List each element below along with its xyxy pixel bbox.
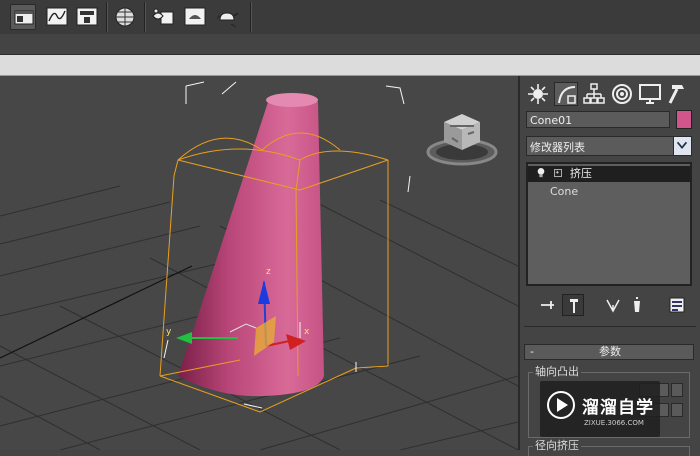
tab-utilities[interactable]: [666, 82, 690, 106]
secondary-toolbar: [0, 34, 700, 55]
show-end-result-icon: [570, 299, 578, 313]
schematic-view-icon: [76, 7, 98, 26]
tab-motion[interactable]: [610, 82, 634, 106]
modify-curve-icon: [558, 86, 576, 104]
show-end-result-button[interactable]: [562, 294, 584, 316]
layer-manager-icon: [14, 10, 34, 25]
perspective-viewport[interactable]: z y x: [0, 76, 518, 450]
schematic-view-button[interactable]: [74, 4, 100, 30]
rendered-frame-window-button[interactable]: [182, 4, 208, 30]
ribbon-strip: [0, 55, 700, 76]
pin-stack-button[interactable]: [536, 294, 558, 316]
rendered-frame-window-icon: [184, 7, 206, 26]
cone-object: [178, 93, 324, 397]
expand-toggle-icon[interactable]: [554, 169, 562, 177]
stack-controls: [526, 292, 692, 318]
tab-hierarchy[interactable]: [582, 82, 606, 106]
render-setup-icon: [152, 8, 174, 25]
tab-display[interactable]: [638, 82, 662, 106]
make-unique-icon: [606, 299, 620, 313]
pin-icon: [541, 301, 554, 309]
spinner-arrows-icon[interactable]: [671, 383, 683, 397]
lightbulb-icon[interactable]: [536, 167, 546, 184]
object-color-swatch[interactable]: [676, 110, 692, 129]
remove-modifier-button[interactable]: [626, 294, 648, 316]
modifier-list-dropdown[interactable]: 修改器列表: [526, 136, 692, 156]
spinner-arrows-icon[interactable]: [671, 403, 683, 417]
tab-create[interactable]: [526, 82, 550, 106]
watermark-text: 溜溜自学: [582, 398, 654, 418]
axis-label-x: x: [304, 327, 310, 337]
main-toolbar: [0, 0, 700, 35]
group-label: 轴向凸出: [533, 365, 581, 379]
utilities-hammer-icon: [668, 85, 684, 104]
rollout-header[interactable]: - 参数: [524, 344, 694, 360]
stack-item-label: Cone: [550, 185, 579, 198]
stack-item-label: 挤压: [570, 167, 592, 180]
make-unique-button[interactable]: [602, 294, 624, 316]
curve-editor-button[interactable]: [44, 4, 70, 30]
hierarchy-icon: [583, 83, 605, 104]
viewcube: [426, 114, 498, 166]
stack-item-cone[interactable]: Cone: [528, 184, 690, 200]
watermark-play-icon: [547, 391, 575, 419]
object-name-field[interactable]: Cone01: [526, 111, 670, 128]
trash-icon: [634, 297, 640, 312]
layer-manager-button[interactable]: [10, 4, 36, 30]
group-label: 径向挤压: [533, 439, 581, 453]
configure-modifier-sets-button[interactable]: [666, 294, 688, 316]
render-setup-button[interactable]: [150, 4, 176, 30]
tab-modify[interactable]: [554, 82, 578, 106]
chevron-down-icon[interactable]: [673, 137, 691, 155]
watermark-logo: 溜溜自学 ZIXUE.3066.COM: [540, 381, 660, 437]
create-sun-icon: [528, 84, 548, 104]
material-editor-button[interactable]: [112, 4, 138, 30]
rollout-title: 参数: [599, 345, 621, 358]
command-panel-tabs: [524, 80, 698, 110]
modifier-stack: 挤压 Cone: [526, 162, 692, 286]
world-axis-line: [0, 265, 193, 359]
axis-label-z: z: [266, 267, 271, 277]
axis-label-y: y: [166, 327, 172, 337]
teapot-icon: [217, 12, 239, 28]
modifier-list-label: 修改器列表: [530, 141, 585, 154]
configure-sets-icon: [669, 297, 685, 313]
divider: [524, 326, 696, 327]
viewport-scene: z y x: [0, 81, 518, 450]
render-production-button[interactable]: [214, 4, 240, 30]
watermark-url: ZIXUE.3066.COM: [584, 419, 644, 427]
material-editor-icon: [115, 7, 135, 27]
stack-item-squeeze[interactable]: 挤压: [528, 166, 690, 182]
display-monitor-icon: [639, 84, 661, 104]
motion-target-icon: [612, 84, 632, 104]
radial-squeeze-group: 径向挤压: [528, 439, 690, 456]
curve-editor-icon: [46, 7, 68, 26]
